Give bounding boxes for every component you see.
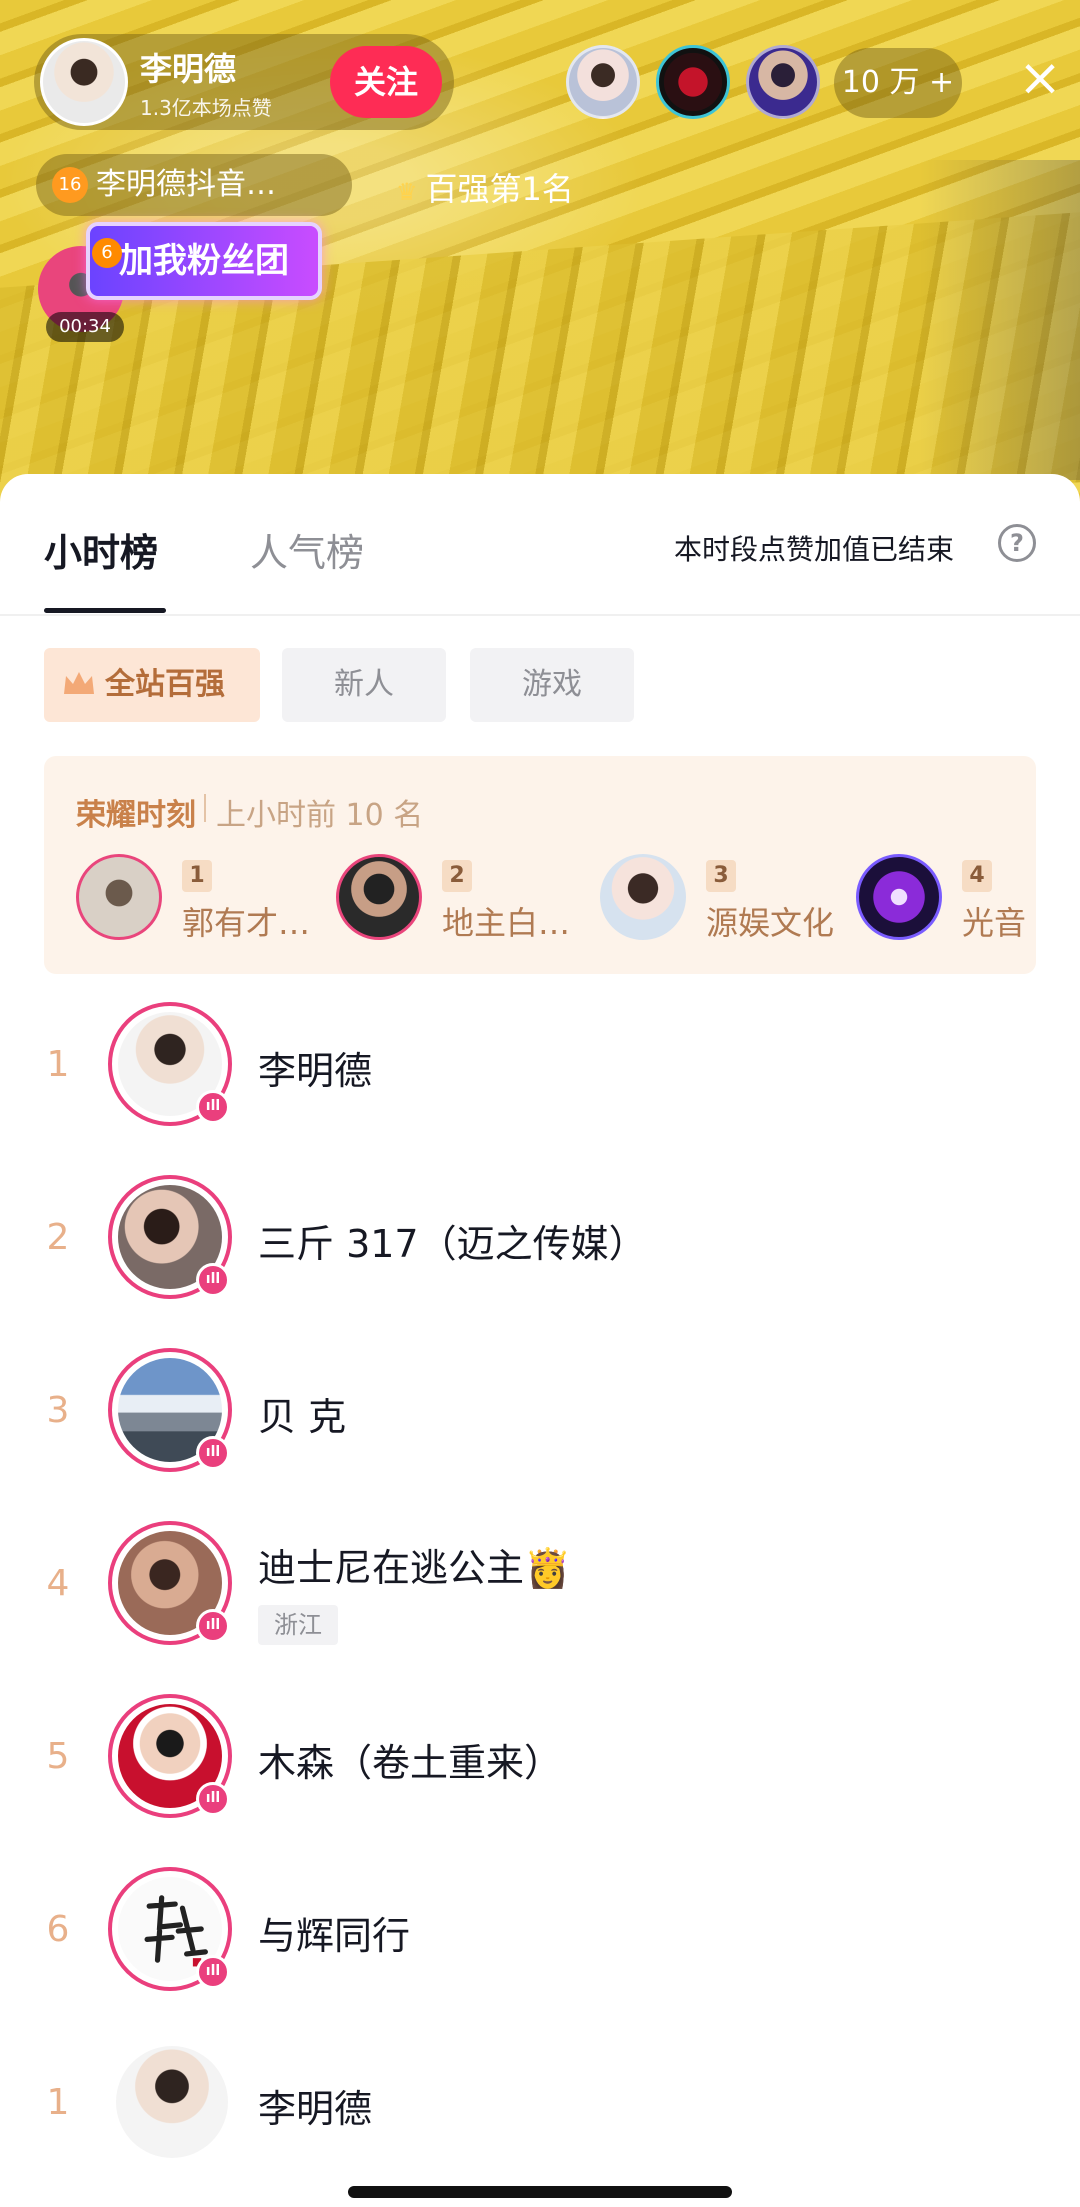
gift-timer: 00:34 (46, 312, 124, 342)
tab-underline (44, 608, 166, 613)
close-icon[interactable]: × (1016, 52, 1064, 104)
streamer-name: 与辉同行 (258, 1914, 411, 1958)
glory-moment-card[interactable]: 荣耀时刻 上小时前 10 名 1 郭有才… 2 地主白… 3 源娱文化 4 光音 (44, 756, 1036, 974)
host-avatar[interactable] (40, 38, 128, 126)
glory-subtitle: 上小时前 10 名 (216, 798, 424, 833)
streamer-name: 李明德 (258, 2087, 373, 2131)
rank-number: 4 (46, 1563, 70, 1604)
live-icon: ıll (196, 1955, 230, 1989)
viewer-avatar[interactable] (566, 45, 640, 119)
rank-number: 5 (46, 1736, 70, 1777)
live-icon: ıll (196, 1090, 230, 1124)
glory-item[interactable]: 4 光音 (856, 854, 1036, 944)
streamer-name: 三斤 317（迈之传媒） (258, 1222, 647, 1266)
fanclub-pill[interactable]: 16 李明德抖音… (36, 154, 352, 216)
ranking-row[interactable]: 1 ıll 李明德 (0, 986, 1080, 1158)
rank-number: 1 (46, 1044, 70, 1085)
glory-name: 源娱文化 (706, 904, 835, 942)
viewer-avatar[interactable] (656, 45, 730, 119)
glory-item[interactable]: 2 地主白… (336, 854, 596, 944)
avatar[interactable] (116, 2046, 228, 2158)
chip-game[interactable]: 游戏 (470, 648, 634, 722)
ranking-row[interactable]: 3 ıll 贝 克 (0, 1332, 1080, 1504)
crown-icon: ♛ (396, 178, 418, 206)
ranking-row[interactable]: 4 ıll 迪士尼在逃公主👸 浙江 (0, 1505, 1080, 1677)
chip-top100[interactable]: 全站百强 (44, 648, 260, 722)
glory-name: 地主白… (442, 904, 571, 942)
glory-rank: 3 (706, 860, 736, 892)
glory-rank: 1 (182, 860, 212, 892)
avatar (336, 854, 422, 940)
glory-rank: 4 (962, 860, 992, 892)
glory-rank: 2 (442, 860, 472, 892)
live-icon: ıll (196, 1263, 230, 1297)
like-bonus-hint: 本时段点赞加值已结束 (674, 533, 955, 566)
rank-text: 百强第1名 (425, 170, 574, 208)
glory-name: 光音 (962, 904, 1027, 942)
fanclub-level-icon: 16 (52, 167, 88, 203)
ranking-row[interactable]: 6 ıll 与辉同行 (0, 1851, 1080, 2023)
rank-number: 2 (46, 1217, 70, 1258)
chip-newcomer[interactable]: 新人 (282, 648, 446, 722)
divider (0, 614, 1080, 616)
location-tag: 浙江 (258, 1605, 338, 1645)
live-icon: ıll (196, 1609, 230, 1643)
live-icon: ıll (196, 1782, 230, 1816)
live-icon: ıll (196, 1436, 230, 1470)
glory-item[interactable]: 3 源娱文化 (600, 854, 860, 944)
avatar (600, 854, 686, 940)
glory-name: 郭有才… (182, 904, 311, 942)
tab-hourly[interactable]: 小时榜 (44, 522, 158, 577)
join-fanclub-banner[interactable]: 加我粉丝团 (86, 222, 322, 300)
live-stream-view: 李明德 1.3亿本场点赞 关注 10 万 + × 16 李明德抖音… ♛ 百强第1… (0, 0, 1080, 520)
home-indicator[interactable] (348, 2186, 732, 2198)
join-badge: 6 (92, 238, 122, 268)
stream-shade (920, 160, 1080, 480)
fanclub-text: 李明德抖音… (96, 167, 276, 202)
chip-label: 全站百强 (105, 667, 225, 702)
ranking-sheet: 小时榜 人气榜 本时段点赞加值已结束 ? 全站百强 新人 游戏 荣耀时刻 上小时… (0, 474, 1080, 2207)
avatar (856, 854, 942, 940)
crown-icon (64, 672, 94, 694)
rank-number: 6 (46, 1909, 70, 1950)
glory-item[interactable]: 1 郭有才… (76, 854, 336, 944)
streamer-name: 李明德 (258, 1049, 373, 1093)
glory-title: 荣耀时刻 (76, 798, 196, 833)
ranking-row[interactable]: 2 ıll 三斤 317（迈之传媒） (0, 1159, 1080, 1331)
tab-popularity[interactable]: 人气榜 (250, 522, 364, 577)
host-likes: 1.3亿本场点赞 (140, 96, 272, 120)
follow-button[interactable]: 关注 (330, 46, 442, 118)
viewer-count-button[interactable]: 10 万 + (834, 48, 962, 118)
viewer-avatar[interactable] (746, 45, 820, 119)
streamer-name: 迪士尼在逃公主👸 (258, 1546, 572, 1590)
streamer-name: 木森（卷土重来） (258, 1741, 563, 1785)
hourly-rank-badge[interactable]: ♛ 百强第1名 (396, 164, 574, 210)
divider (204, 794, 206, 822)
rank-number: 1 (46, 2082, 70, 2123)
rank-number: 3 (46, 1390, 70, 1431)
ranking-row[interactable]: 5 ıll 木森（卷土重来） (0, 1678, 1080, 1850)
avatar (76, 854, 162, 940)
self-ranking-row[interactable]: 1 李明德 (0, 2024, 1080, 2196)
streamer-name: 贝 克 (258, 1395, 347, 1439)
host-name: 李明德 (140, 50, 237, 88)
help-icon[interactable]: ? (998, 524, 1036, 562)
